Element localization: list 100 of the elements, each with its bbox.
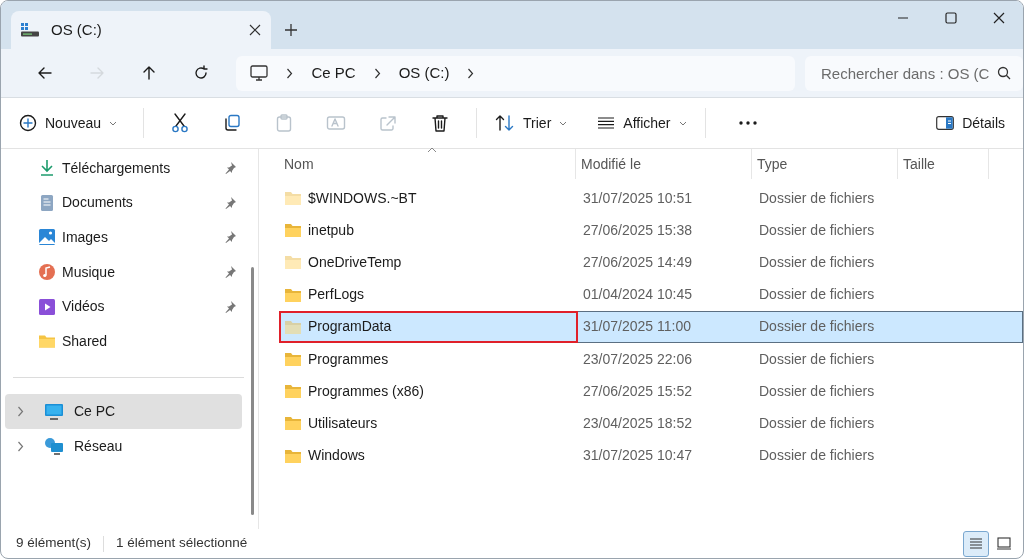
file-name: Programmes (x86) [308, 381, 424, 401]
sort-button[interactable]: Trier [487, 105, 576, 141]
chevron-icon [373, 67, 381, 79]
file-name: PerfLogs [308, 285, 365, 305]
list-view-icon [968, 536, 984, 551]
new-button[interactable]: Nouveau [11, 105, 126, 141]
table-cell-text: Dossier de fichiers [758, 252, 876, 272]
maximize-icon [945, 12, 957, 24]
file-row[interactable]: Programmes (x86) 27/06/2025 15:52 Dossier de fichiers [279, 375, 1023, 408]
share-icon [379, 114, 398, 132]
document-icon [38, 193, 56, 212]
trash-icon [432, 114, 449, 132]
clipboard-icon [276, 114, 293, 132]
table-cell-text: 27/06/2025 14:49 [582, 252, 693, 272]
details-view-button[interactable] [963, 530, 989, 557]
close-icon [249, 24, 261, 36]
video-icon [38, 297, 56, 316]
search-field[interactable]: Rechercher dans : OS (C [805, 55, 1023, 91]
file-name: $WINDOWS.~BT [308, 188, 417, 208]
drive-icon [21, 23, 39, 37]
table-cell-text: Dossier de fichiers [758, 446, 876, 466]
copy-icon [223, 114, 242, 132]
selection-count: 1 élément sélectionné [116, 534, 248, 553]
table-cell-text: Dossier de fichiers [758, 381, 876, 401]
file-row[interactable]: $WINDOWS.~BT 31/07/2025 10:51 Dossier de fichiers [279, 182, 1023, 215]
table-cell-text: 27/06/2025 15:38 [582, 220, 693, 240]
music-icon [38, 263, 56, 282]
plus-icon [285, 24, 297, 36]
table-cell-text: Dossier de fichiers [758, 285, 876, 305]
sidebar-item[interactable]: Images [1, 220, 258, 255]
tab[interactable]: OS (C:) [11, 11, 271, 49]
table-cell-text: Dossier de fichiers [758, 349, 876, 369]
file-row[interactable]: Utilisateurs 23/04/2025 18:52 Dossier de fichiers [279, 407, 1023, 440]
table-cell-text: 31/07/2025 10:51 [582, 188, 693, 208]
table-cell-text: Dossier de fichiers [758, 413, 876, 433]
plus-circle-icon [19, 114, 37, 132]
table-cell-text: 31/07/2025 10:47 [582, 446, 693, 466]
file-name: Utilisateurs [308, 413, 378, 433]
file-row[interactable]: ProgramData 31/07/2025 11:00 Dossier de fichiers [279, 310, 1023, 343]
column-header[interactable]: Type [752, 149, 898, 179]
close-icon [993, 12, 1005, 24]
chevron-icon [17, 405, 24, 417]
sidebar-item[interactable]: Shared [1, 323, 258, 359]
table-cell-text: 23/07/2025 22:06 [582, 349, 693, 369]
table-cell-text: 31/07/2025 11:00 [582, 317, 692, 337]
caret-icon [109, 120, 118, 126]
details-pane-button[interactable]: Détails [928, 105, 1013, 141]
tree-item[interactable]: Ce PC [5, 393, 242, 429]
image-icon [38, 228, 56, 247]
file-name: Programmes [308, 349, 389, 369]
table-cell-text: Dossier de fichiers [758, 220, 876, 240]
sidebar-item[interactable]: Vidéos [1, 289, 258, 324]
address-bar[interactable]: Ce PC OS (C:) [236, 55, 795, 91]
file-name: OneDriveTemp [308, 252, 402, 272]
chevron-icon [17, 440, 24, 452]
file-name: ProgramData [308, 317, 392, 337]
sort-arrows-icon [495, 114, 516, 132]
caret-icon [559, 120, 568, 126]
download-icon [38, 159, 56, 178]
tab-title: OS (C:) [51, 19, 103, 40]
table-cell-text: 27/06/2025 15:52 [582, 381, 693, 401]
file-row[interactable]: inetpub 27/06/2025 15:38 Dossier de fichiers [279, 214, 1023, 247]
breadcrumb-item[interactable]: Ce PC [311, 61, 356, 85]
chevron-icon [286, 67, 294, 79]
file-row[interactable]: PerfLogs 01/04/2024 10:45 Dossier de fichiers [279, 278, 1023, 311]
panel-icon [936, 116, 955, 130]
chevron-icon [467, 67, 475, 79]
sidebar-item[interactable]: Musique [1, 254, 258, 290]
breadcrumb-item[interactable]: OS (C:) [398, 61, 450, 85]
view-button[interactable]: Afficher [589, 105, 695, 141]
table-cell-text: 01/04/2024 10:45 [582, 285, 693, 305]
sort-caret-icon [427, 147, 437, 153]
sidebar-item[interactable]: Documents [1, 185, 258, 221]
more-icon [737, 120, 758, 126]
table-cell-text: 23/04/2025 18:52 [582, 413, 693, 433]
table-cell-text: Dossier de fichiers [758, 188, 876, 208]
item-count: 9 élément(s) [16, 534, 92, 553]
network-icon [44, 437, 64, 456]
file-row[interactable]: Programmes 23/07/2025 22:06 Dossier de fichiers [279, 342, 1023, 376]
close-tab-button[interactable] [249, 24, 261, 36]
file-name: inetpub [308, 220, 354, 240]
column-header[interactable]: Modifié le [576, 149, 752, 179]
column-header[interactable]: Nom [279, 149, 576, 179]
sidebar-item[interactable]: Téléchargements [1, 151, 258, 186]
file-name: Windows [308, 446, 365, 466]
column-header[interactable]: Taille [898, 149, 989, 179]
scissors-icon [171, 113, 190, 133]
file-row[interactable]: Windows 31/07/2025 10:47 Dossier de fichiers [279, 439, 1023, 472]
tile-view-icon [996, 536, 1012, 551]
lines-icon [597, 116, 616, 130]
scrollbar[interactable] [251, 267, 254, 515]
search-icon [997, 66, 1011, 80]
tree-item[interactable]: Réseau [5, 428, 242, 464]
table-cell-text: Dossier de fichiers [758, 317, 876, 337]
caret-icon [678, 120, 687, 126]
monitor-icon [44, 402, 64, 421]
monitor-icon [250, 64, 269, 82]
search-input[interactable]: Rechercher dans : OS (C [819, 55, 997, 91]
rename-icon [326, 114, 347, 132]
file-row[interactable]: OneDriveTemp 27/06/2025 14:49 Dossier de fichiers [279, 246, 1023, 279]
